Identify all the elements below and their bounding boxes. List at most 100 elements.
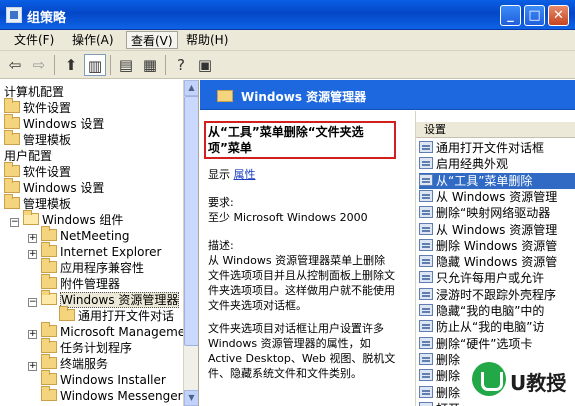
- folder-icon: [41, 354, 57, 369]
- tree-item[interactable]: 软件设置: [4, 162, 72, 180]
- collapse-minus-icon[interactable]: −: [10, 218, 19, 227]
- setting-list-item[interactable]: 删除“映射网络驱动器: [419, 205, 550, 221]
- show-properties-line: 显示 属性: [208, 167, 396, 182]
- setting-list-item[interactable]: 从 Windows 资源管理: [419, 222, 557, 238]
- folder-icon: [4, 114, 20, 129]
- setting-list-item[interactable]: 浸游时不跟踪外壳程序: [419, 287, 556, 303]
- setting-list-item[interactable]: 只允许每用户或允许: [419, 270, 544, 286]
- tree-item-label: 管理模板: [23, 197, 72, 211]
- scroll-thumb[interactable]: [184, 96, 198, 346]
- tree-item-label: 终端服务: [60, 357, 109, 371]
- setting-list-item[interactable]: 启用经典外观: [419, 156, 508, 172]
- setting-list-item[interactable]: 删除: [419, 352, 460, 368]
- folder-icon: [4, 162, 20, 177]
- setting-list-item[interactable]: 隐藏 Windows 资源管: [419, 254, 557, 270]
- folder-icon: [41, 386, 57, 401]
- expand-plus-icon[interactable]: +: [28, 234, 37, 243]
- tree-item[interactable]: 管理模板: [4, 194, 72, 212]
- close-button[interactable]: ✕: [548, 5, 569, 26]
- tree-item[interactable]: 计算机配置: [4, 84, 64, 100]
- tree-item[interactable]: 管理模板: [4, 130, 71, 148]
- tree-item-label: Windows 设置: [23, 181, 105, 195]
- setting-list-item[interactable]: 删除“硬件”选项卡: [419, 336, 532, 352]
- tree-item[interactable]: + 终端服务: [28, 354, 109, 372]
- expand-plus-icon[interactable]: +: [28, 330, 37, 339]
- folder-icon: [4, 130, 20, 145]
- tree-item-label: 软件设置: [23, 165, 72, 179]
- setting-list-item[interactable]: 从“工具”菜单删除: [419, 172, 575, 189]
- properties-link[interactable]: 属性: [234, 168, 256, 181]
- window-title: 组策略: [27, 11, 67, 26]
- setting-list-item[interactable]: 删除: [419, 368, 460, 384]
- back-arrow-icon[interactable]: ⇦: [4, 54, 26, 76]
- setting-list-item-label: 只允许每用户或允许: [436, 271, 545, 286]
- policy-title: 从“工具”菜单删除“文件夹选项”菜单: [208, 125, 364, 155]
- menu-view[interactable]: 查看(V): [126, 31, 178, 49]
- tree-item[interactable]: 软件设置: [4, 98, 71, 116]
- tree-item-label: 计算机配置: [4, 85, 65, 99]
- policy-setting-icon: [419, 304, 433, 316]
- folder-icon: [41, 338, 57, 353]
- setting-list-item-label: 删除: [436, 352, 461, 367]
- column-header-setting[interactable]: 设置: [416, 121, 575, 138]
- scroll-up-arrow-icon[interactable]: ▲: [184, 80, 198, 96]
- expand-plus-icon[interactable]: +: [28, 362, 37, 371]
- properties-icon[interactable]: ▤: [115, 54, 137, 76]
- setting-list-item[interactable]: 从 Windows 资源管理: [419, 189, 557, 205]
- up-folder-icon[interactable]: ⬆: [60, 54, 82, 76]
- tree-item-label: 附件管理器: [60, 277, 121, 291]
- policy-setting-icon: [419, 173, 433, 186]
- requirements-label: 要求:: [208, 196, 234, 209]
- policy-setting-icon: [419, 255, 433, 268]
- show-tree-icon[interactable]: ▥: [84, 54, 106, 76]
- setting-list-item-label: 从“工具”菜单删除: [436, 173, 533, 188]
- tree-item[interactable]: − Windows 资源管理器: [28, 290, 180, 308]
- forward-arrow-icon[interactable]: ⇨: [28, 54, 50, 76]
- gpedit-app-icon: [6, 7, 22, 23]
- tree-item[interactable]: Windows 设置: [4, 178, 105, 196]
- details-header: Windows 资源管理器: [200, 80, 575, 110]
- setting-list-item-label: 通用打开文件对话框: [436, 141, 545, 155]
- setting-list-item-label: 从 Windows 资源管理: [436, 222, 558, 237]
- setting-list-item[interactable]: 删除 Windows 资源管: [419, 238, 557, 254]
- setting-list-item[interactable]: 隐藏“我的电脑”中的: [419, 303, 544, 319]
- folder-icon: [41, 370, 57, 385]
- show-hide-console-icon[interactable]: ▣: [194, 54, 216, 76]
- scroll-down-arrow-icon[interactable]: ▼: [184, 390, 198, 406]
- extended-description: 从“工具”菜单删除“文件夹选项”菜单 显示 属性 要求: 至少 Microsof…: [200, 111, 415, 406]
- tree-pane: 计算机配置 软件设置 Windows 设置 管理模板 用户配置 软件设置 Windows 设…: [0, 80, 199, 406]
- setting-list-item-label: 防止从“我的电脑”访: [436, 320, 545, 335]
- folder-icon: [4, 178, 20, 193]
- setting-list-item-label: 删除“硬件”选项卡: [436, 336, 533, 351]
- expand-plus-icon[interactable]: +: [28, 250, 37, 259]
- tree-item[interactable]: Windows 设置: [4, 114, 104, 132]
- toolbar-separator: [110, 55, 111, 75]
- details-header-title: Windows 资源管理器: [241, 90, 367, 104]
- policy-setting-icon: [419, 369, 433, 382]
- setting-list-item[interactable]: 通用打开文件对话框: [419, 140, 544, 156]
- menu-help[interactable]: 帮助(H): [182, 31, 232, 49]
- setting-list-item-label: 删除: [436, 369, 461, 384]
- menu-action[interactable]: 操作(A): [68, 31, 118, 49]
- tree-scrollbar[interactable]: ▲ ▼: [183, 80, 198, 406]
- setting-list-item[interactable]: 删除: [419, 385, 460, 401]
- tree-item[interactable]: 通用打开文件对话: [46, 306, 174, 324]
- collapse-minus-icon[interactable]: −: [28, 298, 37, 307]
- watermark-text: U教授: [510, 371, 567, 395]
- setting-list-item[interactable]: 打开: [419, 401, 460, 406]
- setting-list-item[interactable]: 防止从“我的电脑”访: [419, 319, 544, 335]
- policy-setting-icon: [419, 352, 433, 365]
- maximize-button[interactable]: □: [524, 5, 545, 26]
- menu-file[interactable]: 文件(F): [10, 31, 58, 49]
- policy-setting-icon: [419, 157, 433, 170]
- help-icon[interactable]: ?: [170, 54, 192, 76]
- tree-item[interactable]: − Windows 组件: [10, 210, 123, 228]
- minimize-button[interactable]: _: [500, 5, 521, 26]
- folder-icon: [41, 290, 57, 305]
- tree-item[interactable]: + Microsoft Managemen: [28, 322, 193, 340]
- policy-setting-icon: [419, 336, 433, 349]
- tree-item[interactable]: Windows Messenger: [28, 386, 183, 404]
- policy-setting-icon: [419, 287, 433, 300]
- policy-setting-icon: [419, 320, 433, 333]
- export-list-icon[interactable]: ▦: [139, 54, 161, 76]
